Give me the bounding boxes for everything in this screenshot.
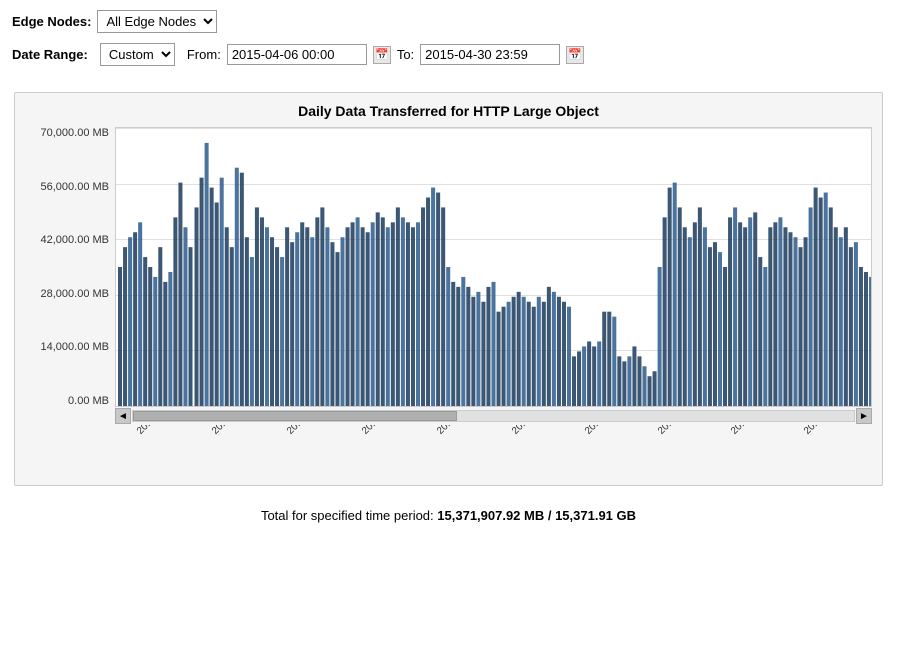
scrollbar-thumb[interactable] bbox=[133, 411, 457, 421]
edge-nodes-label: Edge Nodes: bbox=[12, 14, 91, 29]
x-label-4: 2015-04-10 bbox=[435, 425, 479, 437]
from-calendar-icon[interactable]: 📅 bbox=[373, 46, 391, 64]
to-calendar-icon[interactable]: 📅 bbox=[566, 46, 584, 64]
x-label-5: 2015-04-11 bbox=[510, 425, 553, 437]
scrollbar-row: ◄ ► bbox=[115, 407, 872, 425]
y-label-2: 42,000.00 MB bbox=[41, 234, 110, 246]
chart-container: Daily Data Transferred for HTTP Large Ob… bbox=[14, 92, 883, 486]
date-range-label: Date Range: bbox=[12, 47, 88, 62]
chart-plot bbox=[115, 127, 872, 407]
x-label-8: 2015-04-14 bbox=[729, 425, 773, 437]
to-label: To: bbox=[397, 47, 414, 62]
edge-nodes-row: Edge Nodes: All Edge Nodes bbox=[12, 10, 885, 33]
to-input[interactable] bbox=[420, 44, 560, 65]
x-label-1: 2015-04-07 bbox=[210, 425, 254, 437]
total-line: Total for specified time period: 15,371,… bbox=[0, 496, 897, 531]
x-label-0: 2015-04-06 bbox=[135, 425, 179, 437]
from-input[interactable] bbox=[227, 44, 367, 65]
from-label: From: bbox=[187, 47, 221, 62]
x-label-7: 2015-04-13 bbox=[656, 425, 700, 437]
total-label: Total for specified time period: bbox=[261, 508, 434, 523]
y-label-4: 14,000.00 MB bbox=[41, 341, 110, 353]
x-label-3: 2015-04-09 bbox=[360, 425, 404, 437]
controls-panel: Edge Nodes: All Edge Nodes Date Range: C… bbox=[0, 0, 897, 82]
bars-chart bbox=[116, 128, 871, 406]
chart-area: 70,000.00 MB 56,000.00 MB 42,000.00 MB 2… bbox=[25, 127, 872, 407]
x-label-6: 2015-04-12 bbox=[583, 425, 627, 437]
edge-nodes-select[interactable]: All Edge Nodes bbox=[97, 10, 217, 33]
y-label-3: 28,000.00 MB bbox=[41, 288, 110, 300]
x-axis-labels: 2015-04-06 2015-04-07 2015-04-08 2015-04… bbox=[115, 425, 872, 485]
date-range-select[interactable]: Custom bbox=[100, 43, 175, 66]
total-value: 15,371,907.92 MB / 15,371.91 GB bbox=[437, 508, 636, 523]
y-axis: 70,000.00 MB 56,000.00 MB 42,000.00 MB 2… bbox=[25, 127, 115, 407]
chart-title: Daily Data Transferred for HTTP Large Ob… bbox=[25, 103, 872, 119]
date-range-row: Date Range: Custom From: 📅 To: 📅 bbox=[12, 43, 885, 66]
scroll-right-arrow[interactable]: ► bbox=[856, 408, 872, 424]
y-label-0: 70,000.00 MB bbox=[41, 127, 110, 139]
y-label-5: 0.00 MB bbox=[68, 395, 109, 407]
x-label-2: 2015-04-08 bbox=[285, 425, 329, 437]
scroll-left-arrow[interactable]: ◄ bbox=[115, 408, 131, 424]
scrollbar-track[interactable] bbox=[132, 410, 855, 422]
y-label-1: 56,000.00 MB bbox=[41, 181, 110, 193]
x-label-9: 2015-04-15 bbox=[802, 425, 846, 437]
